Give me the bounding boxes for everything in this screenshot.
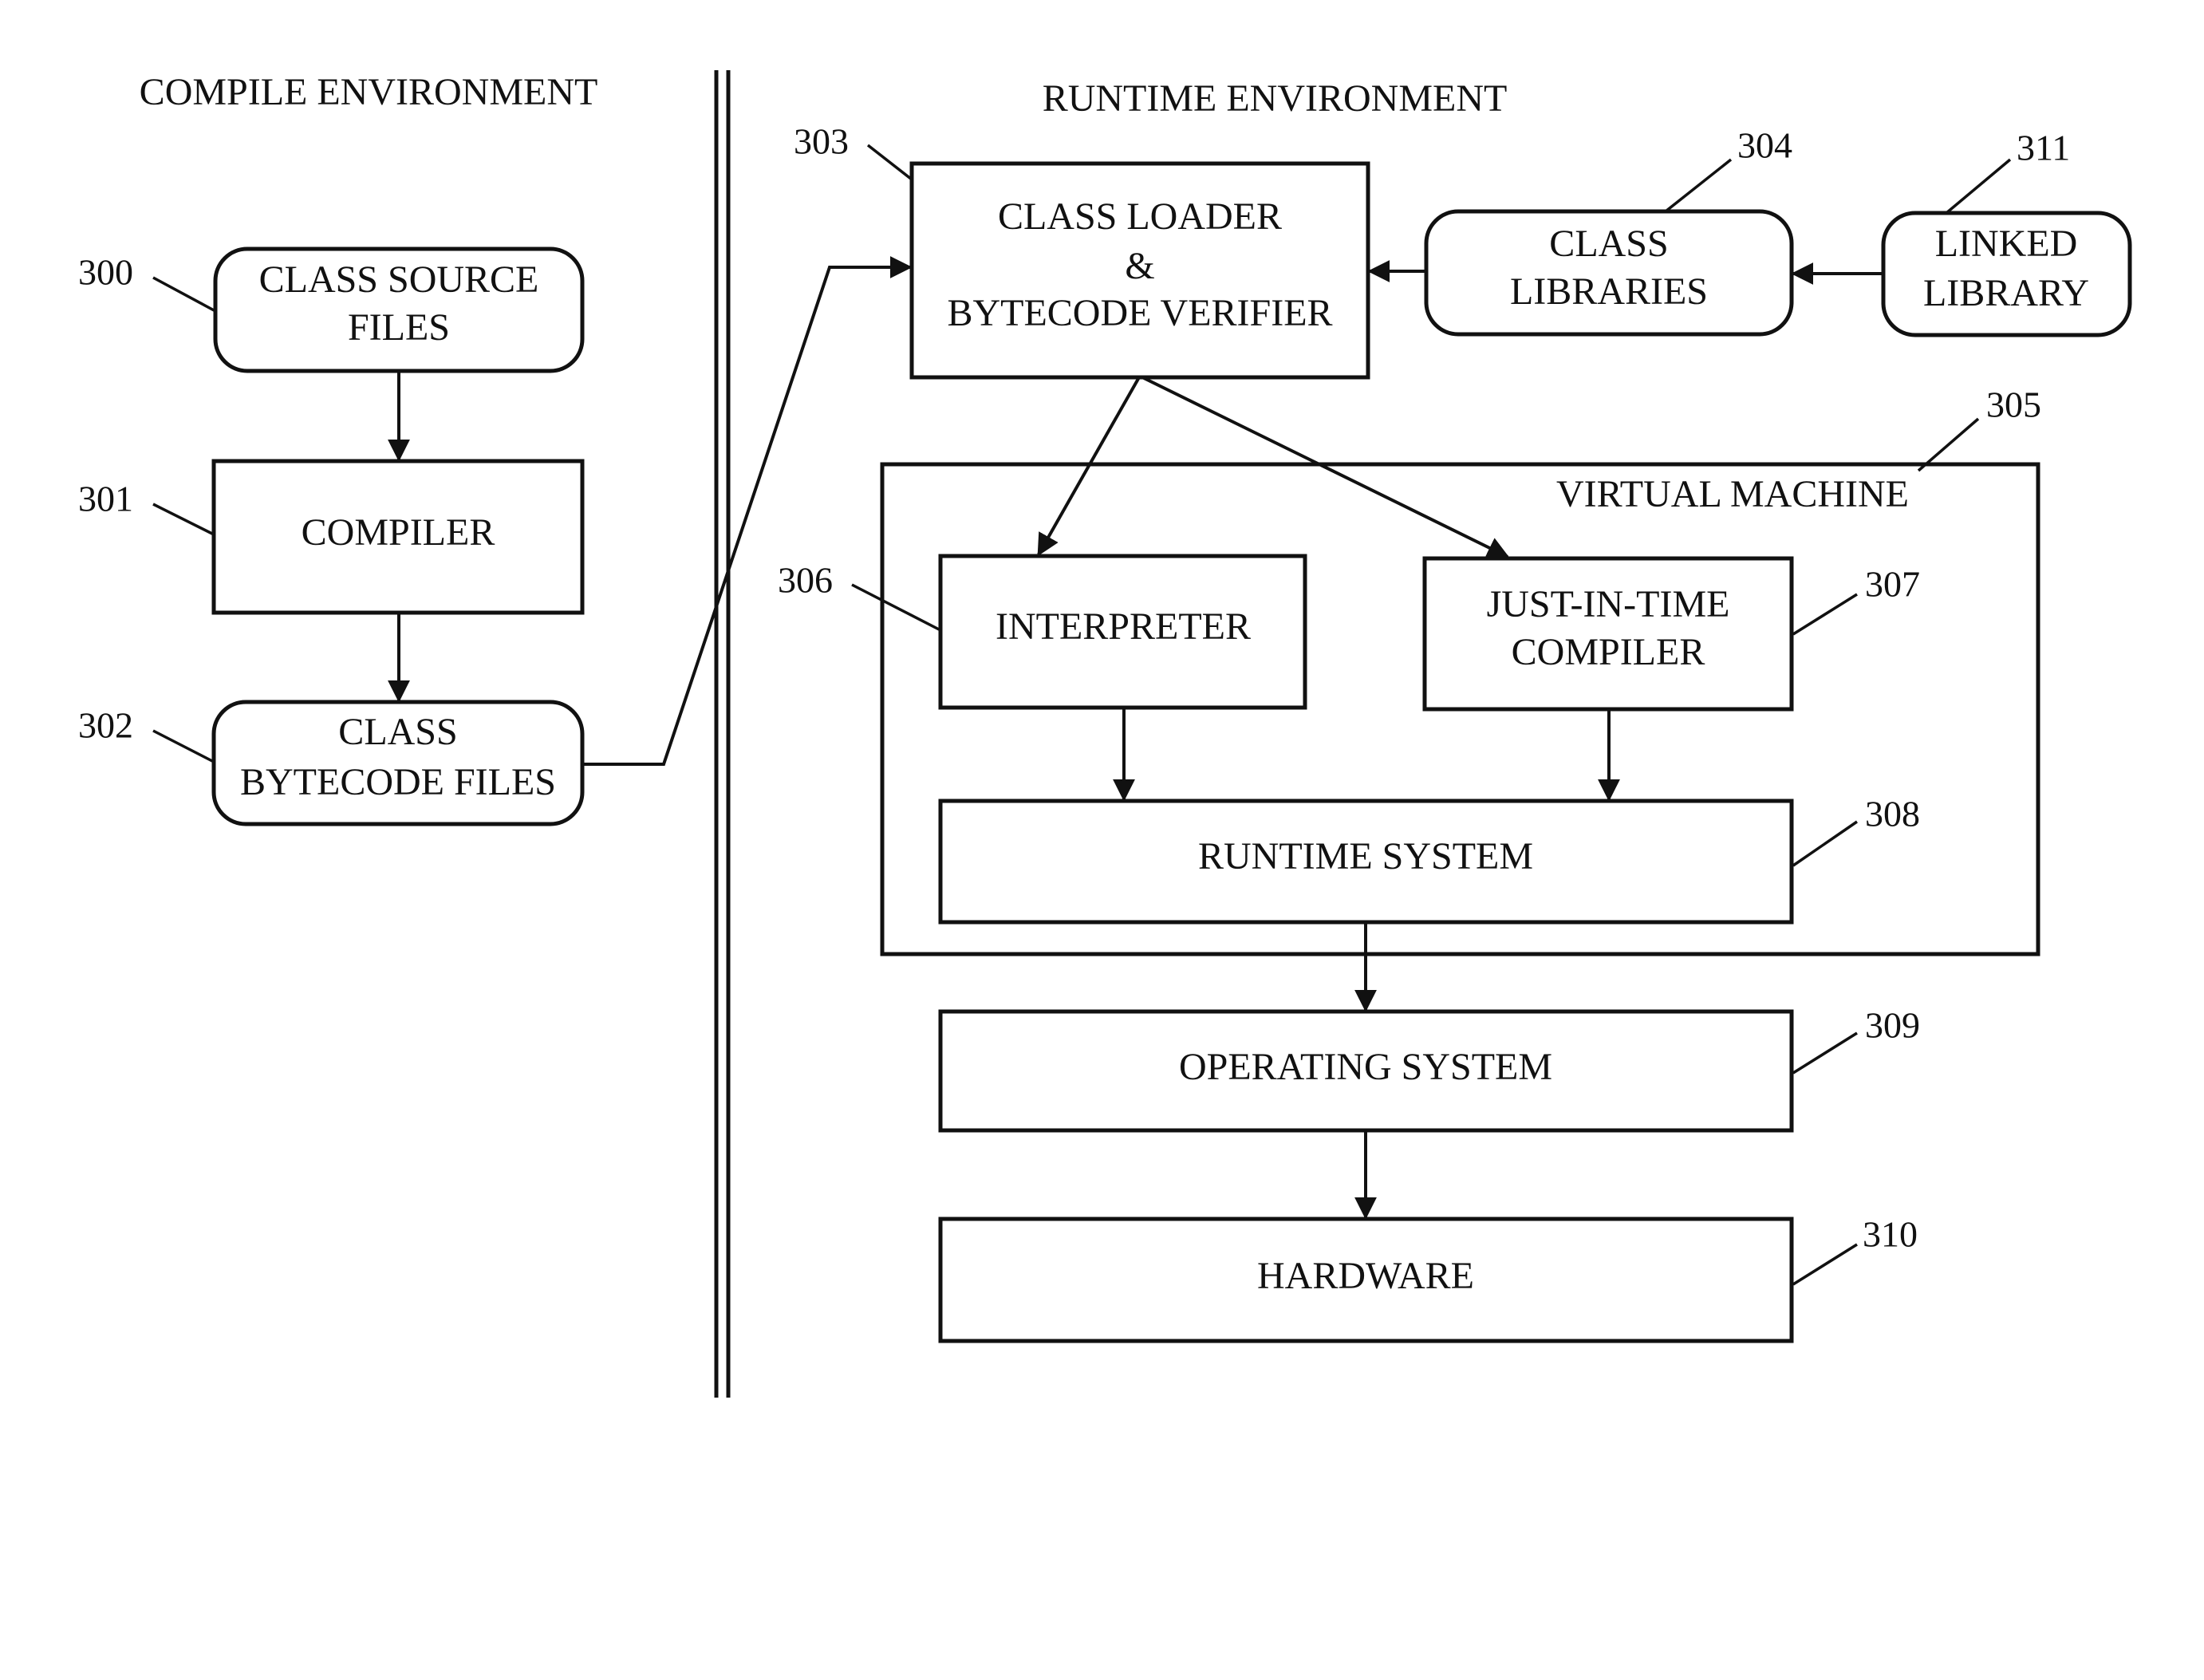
ref-leader-309: [1792, 1031, 1858, 1075]
ref-leader-304: [1664, 158, 1733, 213]
node-label: HARDWARE: [1257, 1255, 1474, 1297]
node-label: CLASS: [338, 711, 457, 753]
arrow-bytecode-to-class-loader: [582, 256, 913, 766]
ref-number-306: 306: [778, 560, 833, 601]
node-label: BYTECODE VERIFIER: [947, 292, 1332, 334]
compile-environment-heading: COMPILE ENVIRONMENT: [140, 71, 598, 113]
node-class-libraries[interactable]: CLASS LIBRARIES: [1424, 209, 1794, 337]
node-class-bytecode-files[interactable]: CLASS BYTECODE FILES: [211, 700, 585, 826]
ref-leader-310: [1792, 1243, 1858, 1286]
node-label: LIBRARIES: [1510, 270, 1708, 313]
ref-number-300: 300: [78, 252, 133, 293]
node-runtime-system[interactable]: RUNTIME SYSTEM: [938, 799, 1794, 925]
node-label: &: [1125, 245, 1154, 287]
node-label: COMPILER: [1512, 631, 1705, 673]
ref-leader-300: [152, 276, 216, 313]
node-just-in-time-compiler[interactable]: JUST-IN-TIME COMPILER: [1422, 556, 1794, 712]
ref-leader-307: [1792, 593, 1858, 636]
node-class-source-files[interactable]: CLASS SOURCE FILES: [213, 246, 585, 373]
node-label: VIRTUAL MACHINE: [1556, 473, 1909, 515]
node-label: OPERATING SYSTEM: [1179, 1046, 1552, 1088]
node-linked-library[interactable]: LINKED LIBRARY: [1881, 211, 2132, 337]
ref-number-307: 307: [1865, 564, 1920, 605]
environment-divider: [714, 70, 731, 1398]
ref-number-311: 311: [2017, 128, 2070, 168]
ref-leader-308: [1792, 820, 1858, 867]
ref-number-310: 310: [1863, 1214, 1918, 1255]
ref-number-308: 308: [1865, 794, 1920, 834]
node-label: LINKED: [1935, 223, 2078, 265]
node-label: FILES: [348, 306, 450, 349]
runtime-environment-heading: RUNTIME ENVIRONMENT: [1043, 77, 1508, 120]
node-hardware[interactable]: HARDWARE: [938, 1217, 1794, 1343]
ref-number-302: 302: [78, 705, 133, 746]
node-interpreter[interactable]: INTERPRETER: [938, 554, 1307, 710]
node-label: BYTECODE FILES: [240, 761, 556, 803]
node-label: INTERPRETER: [996, 605, 1251, 648]
node-label: JUST-IN-TIME: [1487, 583, 1730, 625]
ref-number-305: 305: [1986, 385, 2041, 425]
node-label: LIBRARY: [1923, 272, 2089, 314]
ref-leader-301: [152, 503, 215, 536]
node-compiler[interactable]: COMPILER: [211, 459, 585, 615]
ref-leader-303: [866, 144, 913, 181]
ref-number-301: 301: [78, 479, 133, 519]
node-class-loader-bytecode-verifier[interactable]: CLASS LOADER & BYTECODE VERIFIER: [909, 161, 1370, 380]
ref-leader-302: [152, 729, 215, 763]
node-label: RUNTIME SYSTEM: [1198, 835, 1533, 877]
jvm-architecture-diagram: COMPILE ENVIRONMENT RUNTIME ENVIRONMENT …: [78, 70, 2132, 1398]
ref-leader-306: [851, 583, 941, 632]
node-operating-system[interactable]: OPERATING SYSTEM: [938, 1009, 1794, 1133]
arrow-class-loader-to-jit: [1141, 376, 1510, 558]
node-label: CLASS LOADER: [998, 195, 1282, 238]
node-label: CLASS: [1549, 223, 1668, 265]
node-label: CLASS SOURCE: [259, 258, 539, 301]
node-label: COMPILER: [302, 511, 495, 554]
ref-number-304: 304: [1737, 125, 1792, 166]
ref-number-309: 309: [1865, 1005, 1920, 1046]
ref-leader-311: [1945, 158, 2012, 215]
ref-number-303: 303: [794, 121, 849, 162]
